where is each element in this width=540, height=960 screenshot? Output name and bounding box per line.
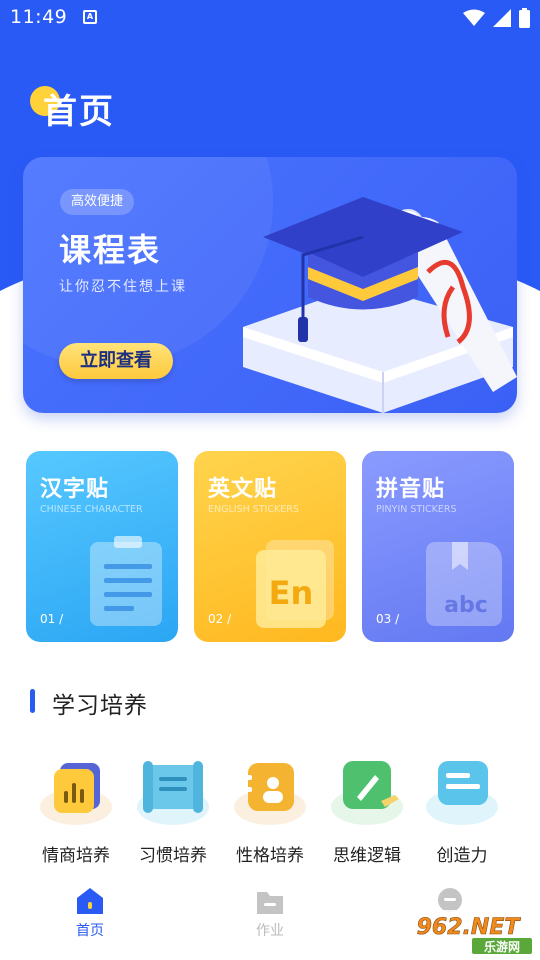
feature-eq[interactable]: 情商培养 (26, 757, 126, 867)
chinese-character-card[interactable]: 汉字贴 CHINESE CHARACTER 01 / (26, 451, 178, 642)
card-subtitle: CHINESE CHARACTER (40, 504, 143, 515)
card-subtitle: PINYIN STICKERS (376, 504, 457, 515)
pen-icon (331, 761, 403, 825)
card-subtitle: ENGLISH STICKERS (208, 504, 299, 515)
watermark-logo: 962.NET 乐游网 (402, 910, 534, 956)
card-title: 英文贴 (208, 477, 278, 502)
signal-icon (493, 9, 511, 27)
course-schedule-banner[interactable]: 高效便捷 课程表 让你忍不住想上课 立即查看 (23, 157, 517, 413)
section-title: 学习培养 (52, 693, 148, 719)
english-stickers-card[interactable]: 英文贴 ENGLISH STICKERS 02 / En (194, 451, 346, 642)
abc-icon-text: abc (444, 593, 488, 618)
battery-icon (519, 8, 530, 28)
receipt-icon (90, 536, 162, 626)
status-time: 11:49 (10, 6, 68, 28)
nav-label: 作业 (256, 923, 284, 939)
feature-creativity[interactable]: 创造力 (412, 757, 512, 867)
status-icons (463, 8, 530, 28)
feature-habit[interactable]: 习惯培养 (123, 757, 223, 867)
feature-logic[interactable]: 思维逻辑 (317, 757, 417, 867)
wifi-icon (463, 9, 485, 26)
contact-card-icon (234, 763, 306, 825)
home-icon (77, 888, 103, 914)
page-title-area: 首页 (30, 84, 113, 133)
card-number: 02 / (208, 612, 232, 626)
abc-icon: abc (426, 542, 502, 626)
banner-tag: 高效便捷 (60, 189, 135, 215)
scroll-icon (137, 761, 209, 825)
feature-character[interactable]: 性格培养 (220, 757, 320, 867)
page-title: 首页 (43, 92, 115, 132)
en-icon: En (256, 540, 334, 628)
card-number: 03 / (376, 612, 400, 626)
notification-icon: A (83, 10, 97, 24)
feature-label: 思维逻辑 (333, 846, 401, 866)
feature-label: 性格培养 (236, 846, 304, 866)
folder-icon (257, 892, 283, 914)
status-bar: 11:49 A (0, 0, 540, 36)
view-now-button[interactable]: 立即查看 (59, 343, 173, 379)
feature-label: 习惯培养 (139, 846, 207, 866)
chart-icon (40, 763, 112, 825)
card-title: 汉字贴 (40, 477, 110, 502)
nav-homework[interactable]: 作业 (230, 886, 310, 946)
nav-label: 首页 (76, 923, 104, 939)
section-accent-bar (30, 689, 35, 713)
nav-home[interactable]: 首页 (50, 886, 130, 946)
banner-title: 课程表 (59, 231, 162, 269)
feature-label: 创造力 (436, 846, 488, 866)
chat-bubble-icon (426, 761, 498, 825)
pinyin-stickers-card[interactable]: 拼音贴 PINYIN STICKERS 03 / abc (362, 451, 514, 642)
watermark-brand: 962.NET (417, 915, 522, 940)
en-icon-text: En (269, 574, 314, 612)
watermark-text: 乐游网 (484, 939, 520, 954)
card-number: 01 / (40, 612, 64, 626)
banner-subtitle: 让你忍不住想上课 (59, 279, 187, 295)
feature-label: 情商培养 (42, 846, 110, 866)
graduation-cap-book-illustration (243, 197, 517, 413)
card-title: 拼音贴 (376, 477, 446, 502)
